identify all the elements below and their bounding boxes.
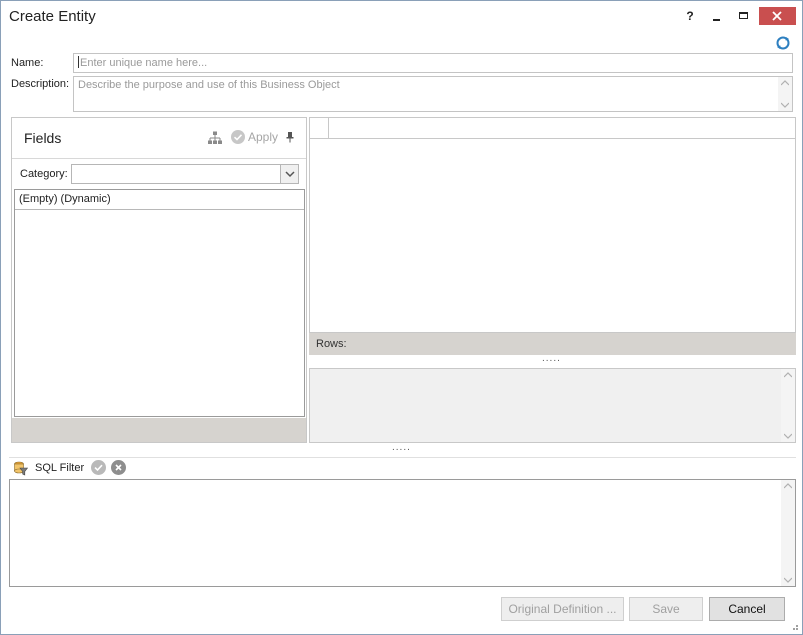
scroll-down-icon[interactable]: [781, 102, 789, 108]
fields-title: Fields: [24, 130, 62, 146]
scroll-up-icon[interactable]: [784, 372, 792, 378]
minimize-icon: [713, 19, 720, 21]
resize-grip-icon[interactable]: [789, 621, 799, 631]
scroll-down-icon[interactable]: [784, 577, 792, 583]
sql-clear-button[interactable]: [111, 460, 126, 475]
save-button[interactable]: Save: [629, 597, 703, 621]
description-field[interactable]: Describe the purpose and use of this Bus…: [73, 76, 793, 112]
grid-details-pane: [309, 368, 796, 443]
original-definition-button[interactable]: Original Definition ...: [501, 597, 624, 621]
name-field[interactable]: Enter unique name here...: [73, 53, 793, 73]
fields-panel: Fields Apply Category: (Empty) (Dynamic): [11, 117, 307, 443]
create-entity-window: Create Entity ? Name: Enter unique name …: [0, 0, 803, 635]
description-placeholder: Describe the purpose and use of this Bus…: [78, 79, 340, 91]
pin-icon[interactable]: [285, 131, 295, 143]
check-circle-icon: [94, 464, 103, 472]
title-bar[interactable]: Create Entity ?: [1, 1, 802, 32]
main-splitter[interactable]: .....: [392, 443, 411, 453]
category-dropdown-button[interactable]: [280, 165, 298, 183]
cancel-button[interactable]: Cancel: [709, 597, 785, 621]
sql-scrollbar[interactable]: [781, 480, 795, 586]
rows-label: Rows:: [316, 338, 347, 350]
grid-column-divider[interactable]: [328, 118, 329, 139]
sql-filter-bar: SQL Filter: [9, 457, 796, 478]
clear-circle-icon: [115, 464, 122, 471]
check-circle-icon: [231, 130, 245, 144]
fields-footer: [12, 418, 306, 442]
scroll-up-icon[interactable]: [784, 483, 792, 489]
window-title: Create Entity: [9, 8, 96, 25]
details-scrollbar[interactable]: [781, 369, 795, 442]
scroll-down-icon[interactable]: [784, 433, 792, 439]
grid-header: [310, 118, 795, 139]
category-label: Category:: [20, 168, 68, 180]
chevron-down-icon: [285, 171, 295, 178]
maximize-button[interactable]: [733, 6, 753, 26]
name-placeholder: Enter unique name here...: [80, 57, 208, 69]
list-item[interactable]: (Empty) (Dynamic): [15, 190, 304, 210]
maximize-icon: [739, 12, 748, 19]
name-label: Name:: [11, 57, 44, 69]
rows-bar: Rows:: [309, 333, 796, 355]
apply-button[interactable]: Apply: [231, 130, 278, 146]
text-caret: [78, 56, 79, 68]
sql-apply-button[interactable]: [91, 460, 106, 475]
apply-label: Apply: [248, 130, 279, 144]
grid-splitter[interactable]: .....: [542, 354, 561, 364]
scroll-up-icon[interactable]: [781, 80, 789, 86]
help-button[interactable]: ?: [683, 6, 697, 26]
sql-filter-editor[interactable]: [9, 479, 796, 587]
sql-filter-label: SQL Filter: [35, 462, 85, 474]
minimize-button[interactable]: [707, 6, 727, 26]
category-select[interactable]: [71, 164, 299, 184]
data-grid[interactable]: [309, 117, 796, 333]
fields-list[interactable]: (Empty) (Dynamic): [14, 189, 305, 417]
description-scrollbar[interactable]: [778, 77, 792, 111]
hierarchy-icon[interactable]: [208, 131, 222, 145]
close-icon: [772, 11, 782, 21]
description-label: Description:: [11, 78, 70, 90]
filter-icon: [14, 461, 28, 476]
fields-header-divider: [12, 158, 306, 159]
close-button[interactable]: [759, 7, 796, 25]
refresh-icon[interactable]: [775, 35, 791, 51]
